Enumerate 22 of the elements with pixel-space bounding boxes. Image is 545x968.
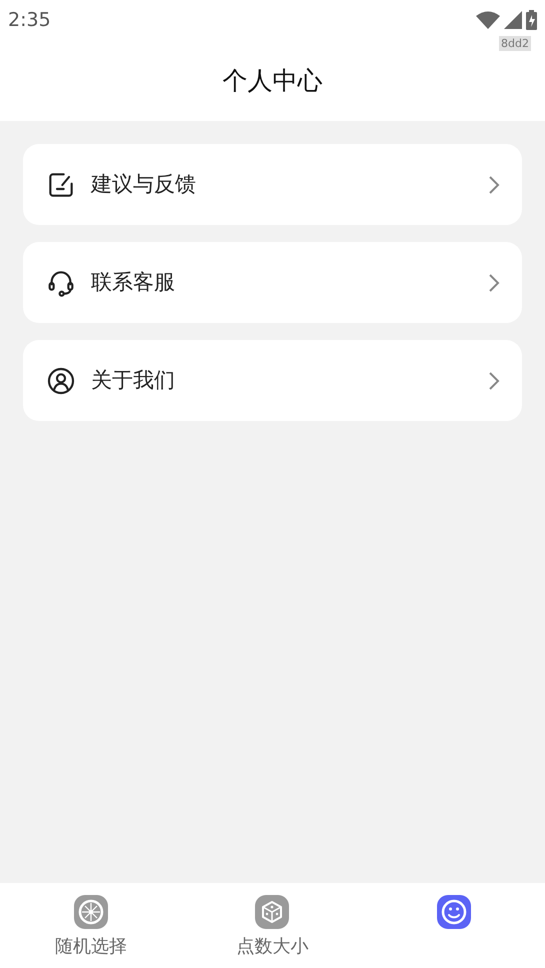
menu-item[interactable]: 关于我们 (23, 340, 522, 421)
chevron-right-icon (488, 272, 500, 292)
tab[interactable]: 随机选择 (0, 883, 182, 968)
battery-icon (526, 10, 537, 30)
page-title: 个人中心 (222, 64, 322, 97)
menu-label: 建议与反馈 (91, 170, 197, 198)
wheel-icon (74, 895, 108, 929)
chevron-right-icon (488, 174, 500, 194)
wifi-icon (476, 11, 500, 29)
menu-item[interactable]: 建议与反馈 (23, 144, 522, 225)
smiley-icon (437, 895, 472, 929)
signal-icon (504, 11, 522, 29)
status-time: 2:35 (8, 8, 51, 33)
dice-icon (255, 895, 290, 929)
tab-label: 随机选择 (54, 935, 127, 959)
menu-item[interactable]: 联系客服 (23, 242, 522, 323)
menu-label: 联系客服 (91, 268, 176, 296)
debug-tag: 8dd2 (499, 36, 531, 51)
menu-label: 关于我们 (91, 366, 176, 394)
tab[interactable]: 点数大小 (182, 883, 364, 968)
chevron-right-icon (488, 370, 500, 390)
tab-label: 点数大小 (236, 935, 308, 959)
